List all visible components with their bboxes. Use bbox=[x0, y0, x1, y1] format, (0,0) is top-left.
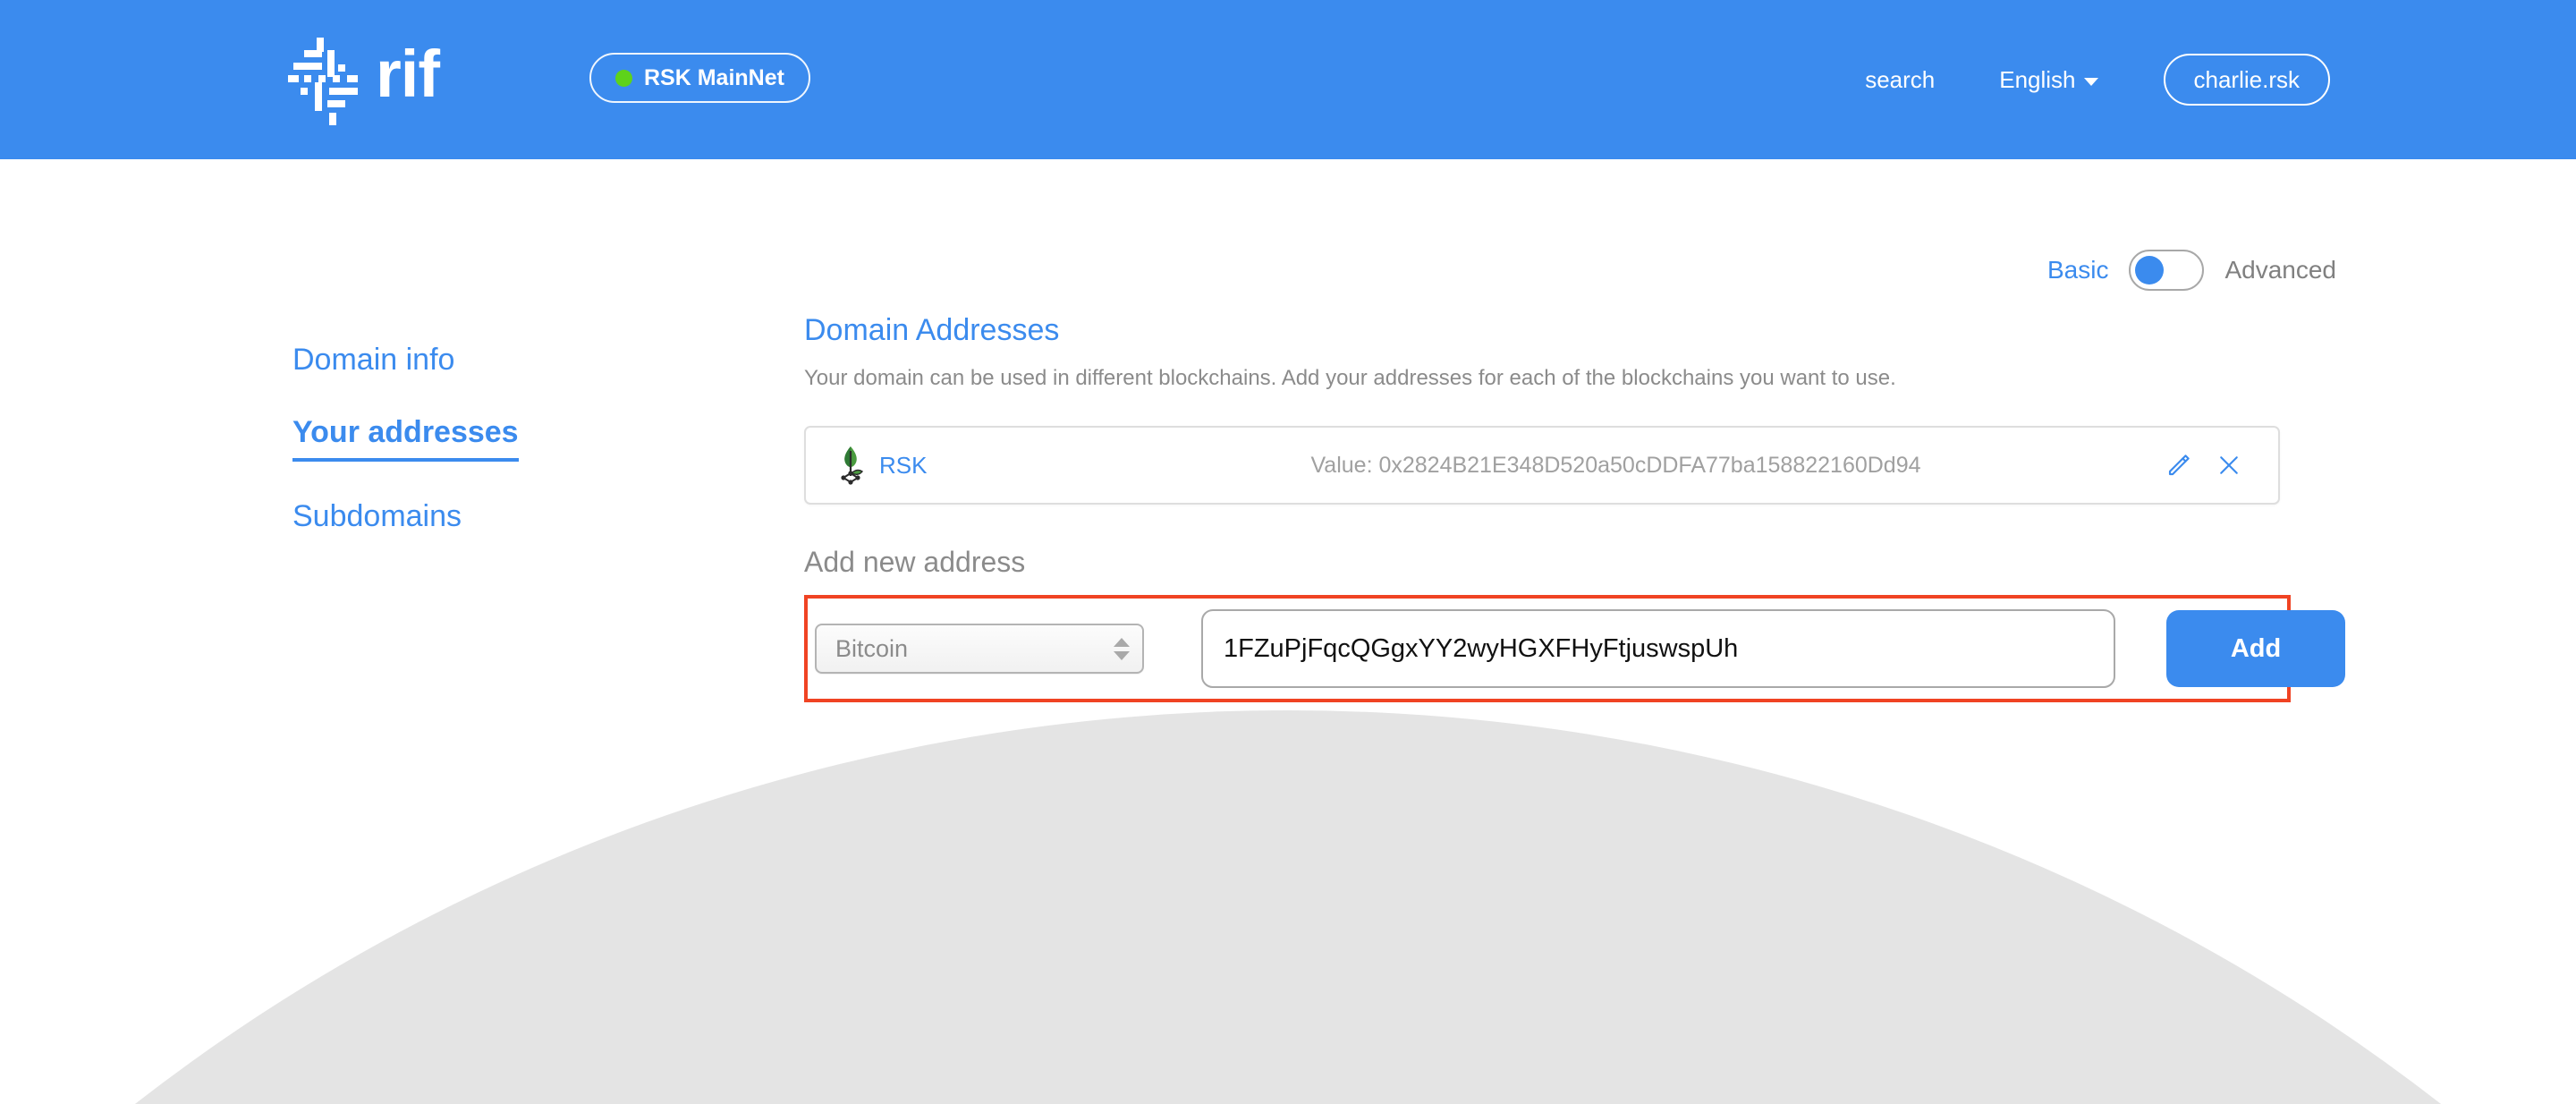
address-value: Value: 0x2824B21E348D520a50cDDFA77ba1588… bbox=[1310, 452, 1921, 478]
address-input[interactable] bbox=[1201, 609, 2115, 688]
chain-select-value: Bitcoin bbox=[835, 634, 909, 662]
search-link[interactable]: search bbox=[1865, 66, 1935, 94]
sidebar-item-subdomains[interactable]: Subdomains bbox=[292, 499, 462, 534]
main-content: Domain Addresses Your domain can be used… bbox=[804, 313, 2345, 702]
language-label: English bbox=[1999, 65, 2076, 93]
app-root: rif RSK MainNet search English charlie.r… bbox=[0, 0, 2576, 1104]
mode-label-basic[interactable]: Basic bbox=[2047, 256, 2108, 284]
mode-switch-knob bbox=[2135, 256, 2165, 284]
add-new-address-title: Add new address bbox=[804, 546, 1026, 578]
address-row-actions bbox=[2164, 450, 2244, 480]
sidebar-row-your-addresses: Your addresses bbox=[292, 415, 650, 462]
top-header-bar: rif RSK MainNet search English charlie.r… bbox=[0, 0, 2576, 159]
network-label: RSK MainNet bbox=[644, 64, 784, 90]
close-x-icon[interactable] bbox=[2214, 450, 2244, 480]
chain-select[interactable]: Bitcoin bbox=[815, 624, 1144, 674]
address-chain-cell: RSK bbox=[835, 446, 1104, 485]
user-account-button[interactable]: charlie.rsk bbox=[2163, 54, 2330, 106]
sidebar-item-domain-info[interactable]: Domain info bbox=[292, 343, 454, 378]
header-nav-right: search English charlie.rsk bbox=[1865, 0, 2330, 159]
page-title: Domain Addresses bbox=[804, 313, 1060, 347]
page-description: Your domain can be used in different blo… bbox=[804, 366, 1896, 390]
rif-pixel-logo-icon bbox=[288, 38, 365, 125]
mode-switch[interactable] bbox=[2129, 250, 2205, 291]
brand-logo[interactable]: rif bbox=[288, 25, 440, 125]
stepper-arrows-icon bbox=[1114, 637, 1130, 660]
section-nav-sidebar: Domain info Your addresses Subdomains bbox=[292, 343, 650, 534]
address-chain-name: RSK bbox=[879, 451, 928, 479]
pencil-icon[interactable] bbox=[2164, 450, 2194, 480]
sidebar-item-your-addresses[interactable]: Your addresses bbox=[292, 415, 519, 462]
address-row: RSK Value: 0x2824B21E348D520a50cDDFA77ba… bbox=[804, 426, 2280, 505]
language-selector[interactable]: English bbox=[1999, 65, 2098, 94]
add-new-address-form: Bitcoin Add bbox=[804, 595, 2345, 702]
network-status-dot-icon bbox=[615, 69, 632, 87]
decorative-bottom-arc bbox=[0, 710, 2576, 1104]
add-address-button[interactable]: Add bbox=[2166, 610, 2345, 687]
brand-wordmark: rif bbox=[376, 37, 440, 111]
rsk-leaf-icon bbox=[841, 446, 864, 485]
basic-advanced-toggle: Basic Advanced bbox=[2047, 250, 2336, 291]
sidebar-row-domain-info: Domain info bbox=[292, 343, 650, 378]
sidebar-row-subdomains: Subdomains bbox=[292, 499, 650, 534]
network-status-pill[interactable]: RSK MainNet bbox=[589, 53, 810, 103]
chevron-down-icon bbox=[2083, 78, 2098, 86]
mode-label-advanced[interactable]: Advanced bbox=[2224, 256, 2336, 284]
